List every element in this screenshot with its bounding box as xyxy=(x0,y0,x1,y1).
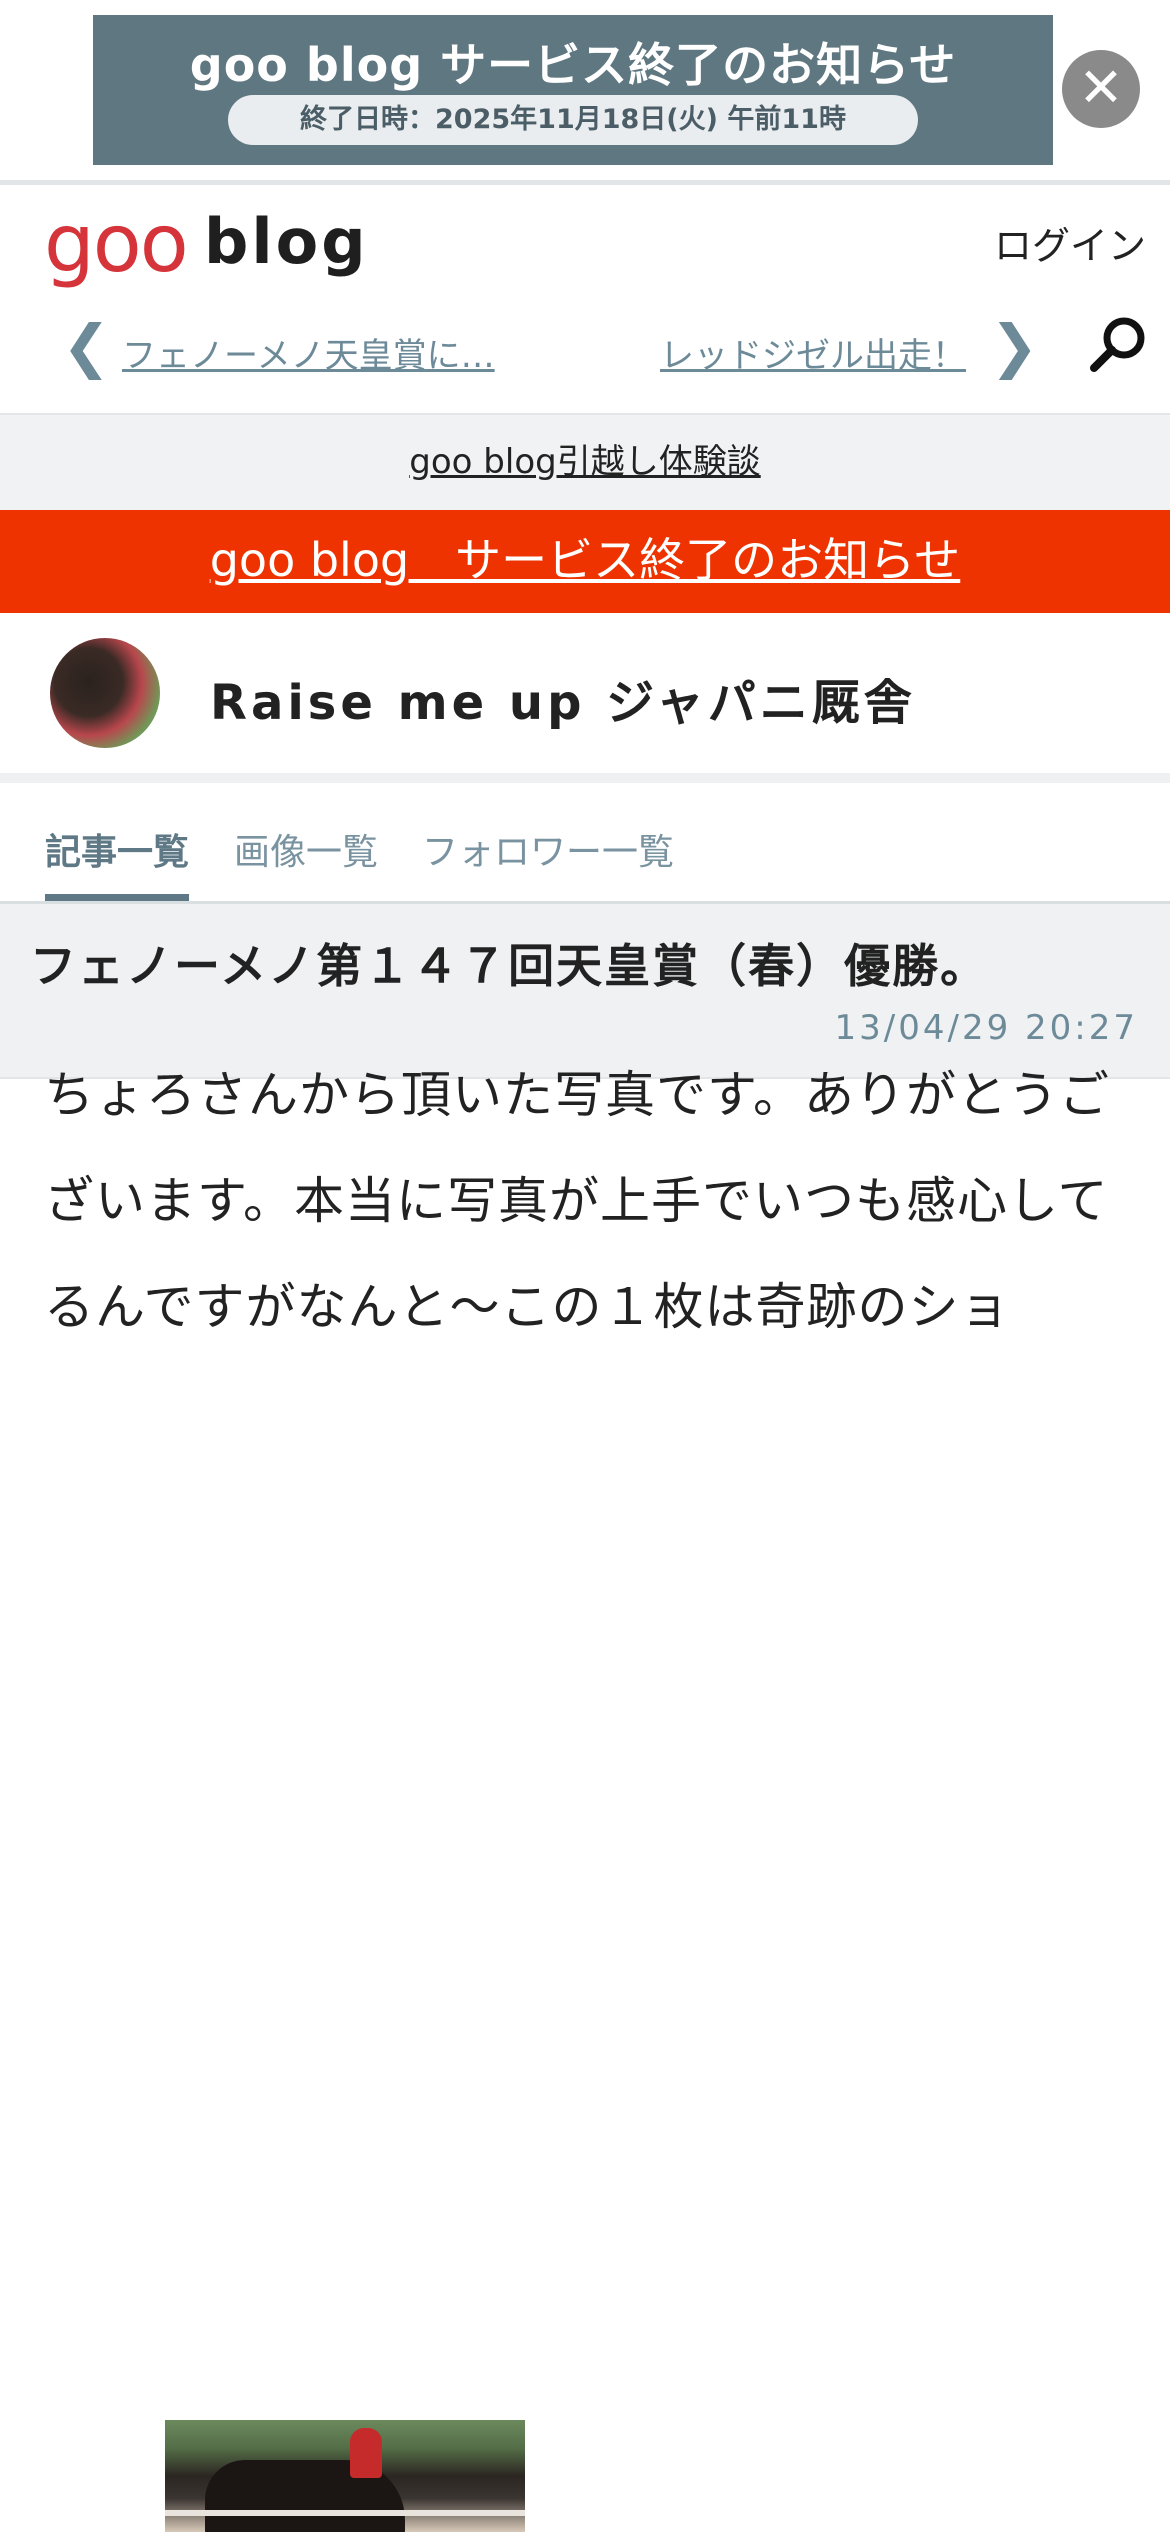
move-experience-link[interactable]: goo blog引越し体験談 xyxy=(0,415,1170,510)
banner-image[interactable]: goo blog サービス終了のお知らせ 終了日時：2025年11月18日(火)… xyxy=(93,15,1053,165)
article-body-text: ちょろさんから頂いた写真です。ありがとうございます。本当に写真が上手でいつも感心… xyxy=(44,1066,1110,1336)
search-icon[interactable] xyxy=(1086,312,1150,376)
tab-followers[interactable]: フォロワー一覧 xyxy=(422,823,674,875)
login-link[interactable]: ログイン xyxy=(994,215,1146,270)
service-end-notice-link[interactable]: goo blog サービス終了のお知らせ xyxy=(0,510,1170,613)
service-end-banner: goo blog サービス終了のお知らせ 終了日時：2025年11月18日(火)… xyxy=(0,0,1170,185)
prev-article-link[interactable]: フェノーメノ天皇賞に… xyxy=(122,328,495,377)
next-article-link[interactable]: レッドジゼル出走！ xyxy=(660,328,966,377)
banner-title: goo blog サービス終了のお知らせ xyxy=(189,38,957,92)
article-title: フェノーメノ第１４７回天皇賞（春）優勝。 xyxy=(30,939,989,993)
blog-logo[interactable]: blog xyxy=(204,205,369,278)
horse-race-photo[interactable] xyxy=(165,2420,525,2532)
tab-images[interactable]: 画像一覧 xyxy=(234,823,378,875)
goo-logo[interactable]: goo xyxy=(44,197,189,290)
article-nav: ❮ フェノーメノ天皇賞に… レッドジゼル出走！ ❯ xyxy=(0,300,1170,395)
avatar[interactable] xyxy=(50,638,160,748)
close-icon: ✕ xyxy=(1078,56,1124,119)
rail-shape xyxy=(165,2510,525,2516)
banner-end-date: 終了日時：2025年11月18日(火) 午前11時 xyxy=(228,95,918,145)
chevron-left-icon[interactable]: ❮ xyxy=(62,312,111,380)
chevron-right-icon[interactable]: ❯ xyxy=(990,312,1039,380)
tab-articles[interactable]: 記事一覧 xyxy=(45,823,189,875)
jockey-shape xyxy=(350,2428,382,2478)
site-header: goo blog ログイン ❮ フェノーメノ天皇賞に… レッドジゼル出走！ ❯ xyxy=(0,185,1170,415)
active-tab-indicator xyxy=(45,894,189,901)
close-banner-button[interactable]: ✕ xyxy=(1062,50,1140,128)
blog-header: Raise me up ジャパニ厩舎 xyxy=(0,613,1170,783)
blog-title[interactable]: Raise me up ジャパニ厩舎 xyxy=(210,663,916,733)
blog-tabs: 記事一覧 画像一覧 フォロワー一覧 xyxy=(0,783,1170,904)
